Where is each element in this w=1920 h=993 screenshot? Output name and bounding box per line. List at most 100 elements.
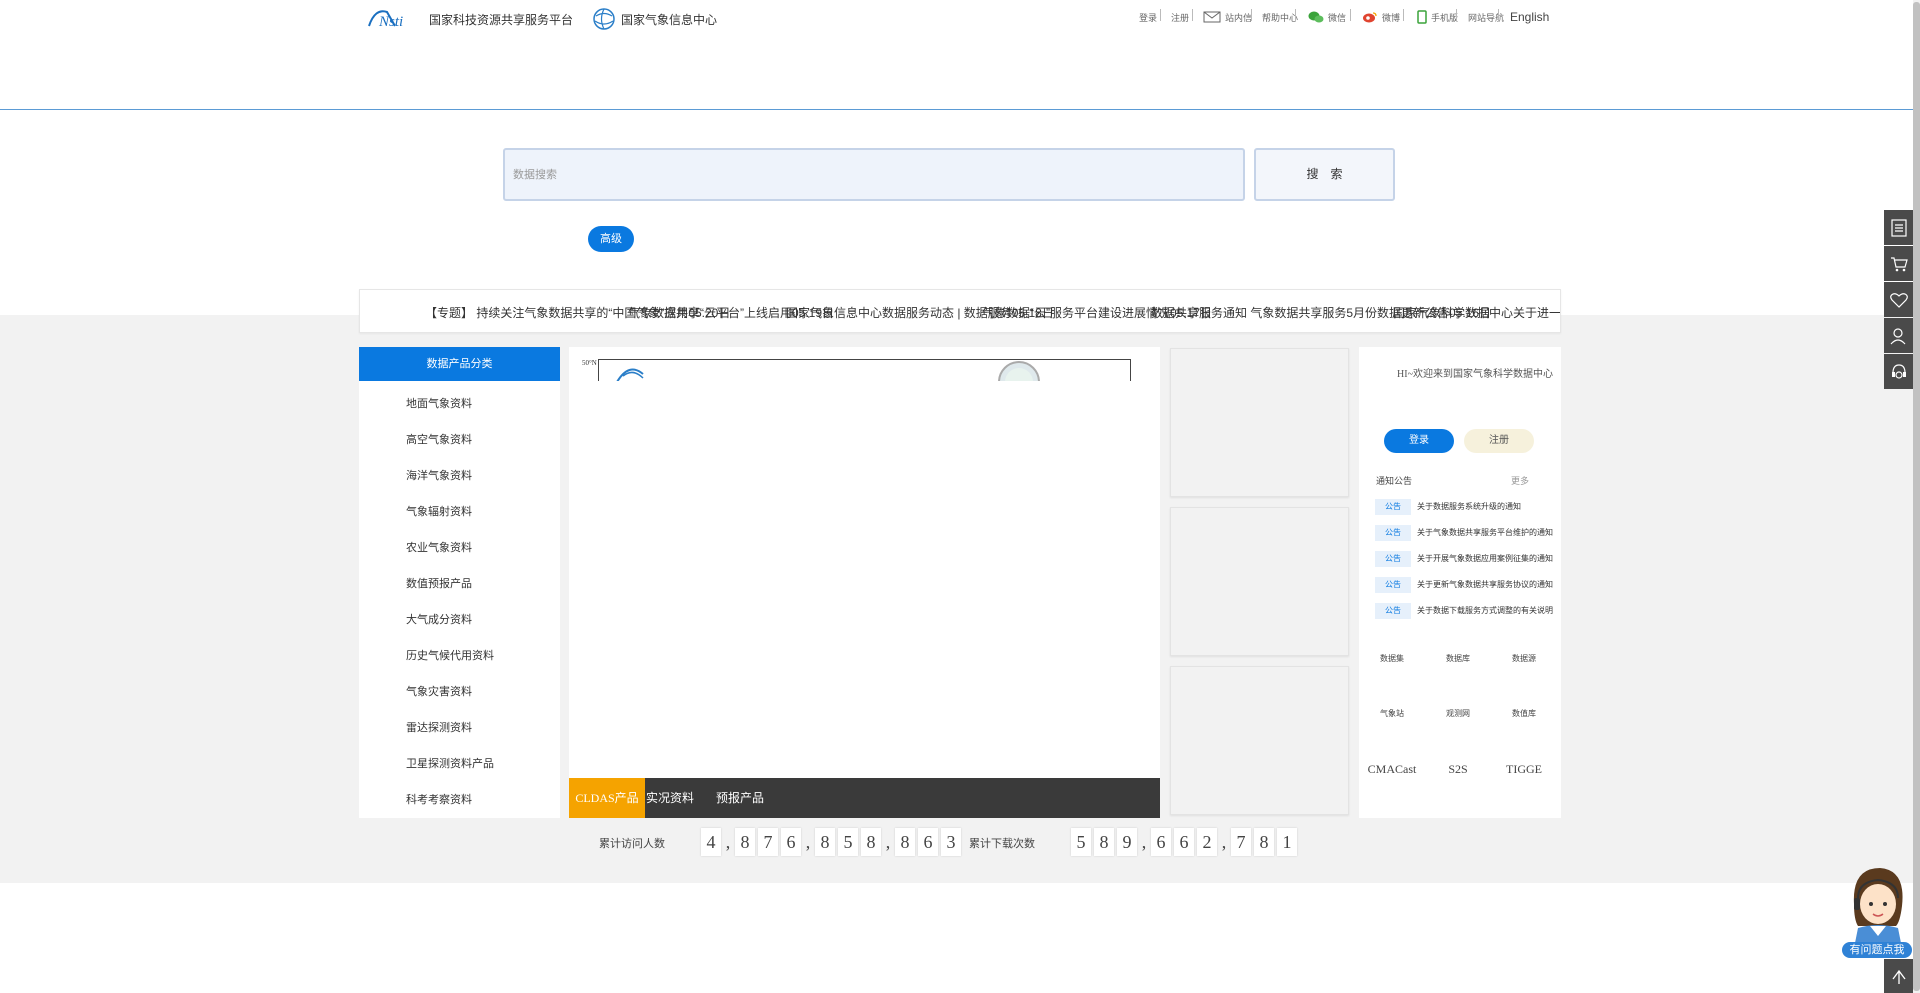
counter-digit: 1: [1277, 828, 1297, 856]
brand-left[interactable]: 国家科技资源共享服务平台: [429, 11, 573, 28]
wechat-label: 微信: [1328, 12, 1347, 23]
visits-counter: 4,876,858,863: [701, 828, 964, 856]
wechat-link[interactable]: 微信: [1308, 9, 1346, 25]
sidebar-item[interactable]: 雷达探测资料: [406, 719, 472, 735]
help-link[interactable]: 帮助中心: [1262, 9, 1298, 25]
thumbnail[interactable]: [1170, 348, 1349, 497]
help-assistant[interactable]: 有问题点我: [1840, 864, 1912, 960]
sidebar-item[interactable]: 数值预报产品: [406, 575, 472, 591]
sidebar-item[interactable]: 高空气象资料: [406, 431, 472, 447]
mobile-link[interactable]: 手机版: [1417, 9, 1458, 25]
counter-separator: ,: [805, 832, 811, 852]
quick-link[interactable]: 数据集: [1359, 653, 1425, 664]
side-tool-favorite[interactable]: [1884, 282, 1914, 317]
ticker-item[interactable]: 国家气象科学数据中心关于进一步加强数据安全管理的通知05.: [1393, 304, 1560, 321]
nsti-logo[interactable]: Nsti: [367, 6, 425, 30]
notice-text: 关于气象数据共享服务平台维护的通知: [1417, 528, 1553, 537]
tab-cldas[interactable]: CLDAS产品: [569, 778, 645, 818]
side-tool-support[interactable]: [1884, 354, 1914, 389]
svg-text:Nsti: Nsti: [378, 14, 403, 30]
s2s-link[interactable]: S2S: [1425, 762, 1491, 777]
mail-link[interactable]: 站内信: [1203, 9, 1252, 25]
sidebar-item[interactable]: 大气成分资料: [406, 611, 472, 627]
counter-digit: 6: [1174, 828, 1194, 856]
counter-digit: 8: [1094, 828, 1114, 856]
tab-live[interactable]: 实况资料: [645, 778, 695, 818]
counter-digit: 8: [815, 828, 835, 856]
divider: [1456, 9, 1457, 21]
globe-icon: [593, 8, 615, 30]
help-label[interactable]: 有问题点我: [1842, 942, 1912, 958]
divider: [1160, 9, 1161, 21]
thumbnail[interactable]: [1170, 507, 1349, 656]
sidebar-item[interactable]: 气象辐射资料: [406, 503, 472, 519]
counter-separator: ,: [725, 832, 731, 852]
thumbnail[interactable]: [1170, 666, 1349, 815]
counter-digit: 9: [1117, 828, 1137, 856]
sidebar-item[interactable]: 科考考察资料: [406, 791, 472, 807]
divider: [1403, 9, 1404, 21]
downloads-label: 累计下载次数: [969, 838, 1035, 850]
counter-digit: 7: [1231, 828, 1251, 856]
notice-tag: 公告: [1375, 499, 1411, 515]
quick-link[interactable]: 观测网: [1425, 708, 1491, 719]
divider: [1251, 9, 1252, 21]
scrollbar-thumb[interactable]: [1913, 2, 1920, 991]
sidebar-item[interactable]: 气象灾害资料: [406, 683, 472, 699]
notice-tag: 公告: [1375, 551, 1411, 567]
side-tool-document[interactable]: [1884, 210, 1914, 245]
notice-tag: 公告: [1375, 525, 1411, 541]
tigge-link[interactable]: TIGGE: [1491, 762, 1557, 777]
quick-link[interactable]: 数值库: [1491, 708, 1557, 719]
mail-icon: [1203, 11, 1221, 23]
notice-text: 关于开展气象数据应用案例征集的通知: [1417, 554, 1553, 563]
cart-icon: [1891, 256, 1908, 271]
more-link[interactable]: 更多: [1511, 474, 1529, 487]
advanced-search-button[interactable]: 高级: [588, 226, 634, 252]
counter-digit: 5: [838, 828, 858, 856]
divider: [1192, 9, 1193, 21]
category-sidebar-header: 数据产品分类: [359, 347, 560, 381]
sidebar-item[interactable]: 历史气候代用资料: [406, 647, 494, 663]
counter-digit: 8: [895, 828, 915, 856]
sidebar-item[interactable]: 卫星探测资料产品: [406, 755, 494, 771]
mobile-icon: [1417, 10, 1427, 24]
counter-digit: 4: [701, 828, 721, 856]
quick-link[interactable]: 气象站: [1359, 708, 1425, 719]
sidebar-item[interactable]: 农业气象资料: [406, 539, 472, 555]
tab-forecast[interactable]: 预报产品: [715, 778, 765, 818]
divider: [1350, 9, 1351, 21]
search-input[interactable]: 数据搜索: [503, 148, 1245, 201]
counter-separator: ,: [1221, 832, 1227, 852]
counter-digit: 7: [758, 828, 778, 856]
login-button[interactable]: 登录: [1384, 429, 1454, 453]
map-panel[interactable]: 50°N CLDAS产品 实况资料 预报产品: [569, 347, 1160, 818]
notice-tag: 公告: [1375, 603, 1411, 619]
quick-link[interactable]: 数据库: [1425, 653, 1491, 664]
notice-text: 关于更新气象数据共享服务协议的通知: [1417, 580, 1553, 589]
brand-right[interactable]: 国家气象信息中心: [621, 11, 717, 28]
side-tool-user[interactable]: [1884, 318, 1914, 353]
back-to-top-button[interactable]: [1884, 959, 1914, 993]
wechat-icon: [1308, 11, 1324, 23]
document-icon: [1891, 218, 1907, 237]
weibo-icon: [1363, 12, 1377, 23]
quick-link[interactable]: 数据源: [1491, 653, 1557, 664]
search-button[interactable]: 搜 索: [1254, 148, 1395, 201]
login-link[interactable]: 登录: [1139, 9, 1157, 25]
register-button[interactable]: 注册: [1464, 429, 1534, 453]
counter-separator: ,: [885, 832, 891, 852]
cmacast-link[interactable]: CMACast: [1359, 762, 1425, 777]
weibo-link[interactable]: 微博: [1362, 9, 1400, 25]
counter-digit: 2: [1197, 828, 1217, 856]
side-tool-cart[interactable]: [1884, 246, 1914, 281]
counter-digit: 8: [1254, 828, 1274, 856]
sidebar-item[interactable]: 海洋气象资料: [406, 467, 472, 483]
heart-icon: [1890, 292, 1908, 308]
counter-digit: 8: [861, 828, 881, 856]
weibo-label: 微博: [1382, 12, 1401, 23]
counter-digit: 3: [941, 828, 961, 856]
register-link[interactable]: 注册: [1171, 9, 1189, 25]
english-link[interactable]: English: [1510, 9, 1549, 25]
sidebar-item[interactable]: 地面气象资料: [406, 395, 472, 411]
